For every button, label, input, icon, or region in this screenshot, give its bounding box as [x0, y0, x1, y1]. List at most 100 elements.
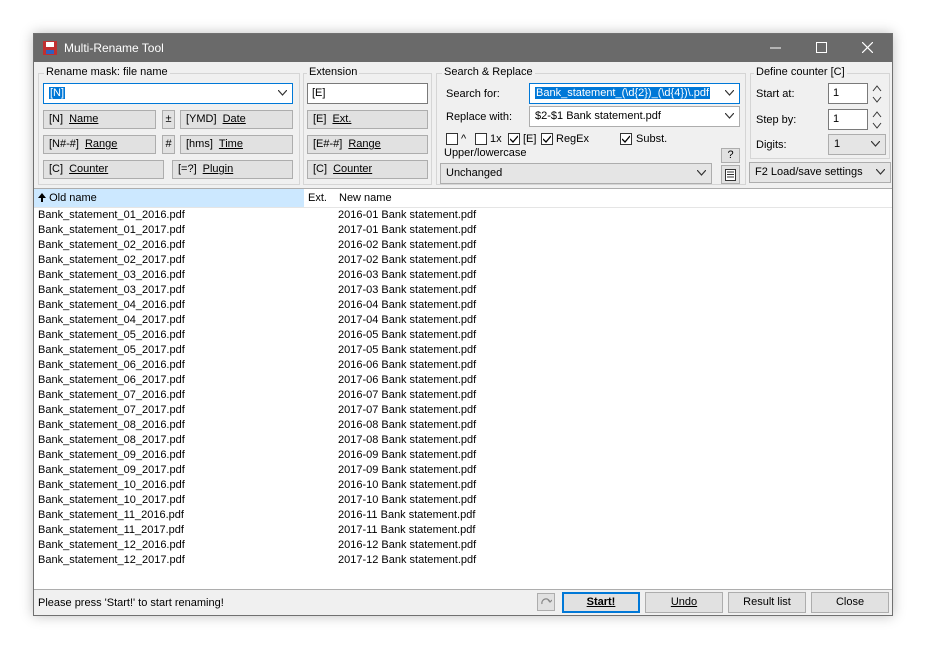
- old-name-cell: Bank_statement_12_2017.pdf: [38, 554, 185, 566]
- step-spinner-icon[interactable]: [872, 110, 882, 130]
- old-name-cell: Bank_statement_08_2016.pdf: [38, 419, 185, 431]
- counter-button[interactable]: [C] Counter: [43, 160, 164, 179]
- table-row[interactable]: Bank_statement_12_2016.pdf 2016-12 Bank s…: [34, 538, 892, 553]
- table-row[interactable]: Bank_statement_01_2017.pdf 2017-01 Bank s…: [34, 223, 892, 238]
- new-name-cell: 2017-11 Bank statement.pdf: [338, 524, 476, 536]
- ext-range-button[interactable]: [E#-#] Range: [307, 135, 428, 154]
- help-button[interactable]: ?: [721, 148, 740, 163]
- subst-checkbox[interactable]: [620, 133, 632, 145]
- once-checkbox[interactable]: [475, 133, 487, 145]
- hash-button[interactable]: #: [162, 135, 175, 154]
- undo-icon-button[interactable]: [537, 593, 555, 611]
- column-new-name[interactable]: New name: [335, 189, 892, 207]
- old-name-cell: Bank_statement_10_2016.pdf: [38, 479, 185, 491]
- list-header: Old name Ext. New name: [34, 189, 892, 208]
- result-list-button[interactable]: Result list: [728, 592, 806, 613]
- table-row[interactable]: Bank_statement_10_2016.pdf 2016-10 Bank s…: [34, 478, 892, 493]
- old-name-cell: Bank_statement_03_2016.pdf: [38, 269, 185, 281]
- start-spinner-icon[interactable]: [872, 84, 882, 104]
- new-name-cell: 2016-04 Bank statement.pdf: [338, 299, 477, 311]
- new-name-cell: 2017-05 Bank statement.pdf: [338, 344, 477, 356]
- checkmark-icon: [510, 135, 518, 143]
- ext-counter-button[interactable]: [C] Counter: [307, 160, 428, 179]
- table-row[interactable]: Bank_statement_05_2017.pdf 2017-05 Bank s…: [34, 343, 892, 358]
- caret-label: ^: [461, 133, 467, 145]
- undo-button[interactable]: Undo: [645, 592, 723, 613]
- table-row[interactable]: Bank_statement_06_2017.pdf 2017-06 Bank s…: [34, 373, 892, 388]
- new-name-cell: 2016-08 Bank statement.pdf: [338, 419, 477, 431]
- rename-mask-label: Rename mask: file name: [44, 66, 170, 78]
- start-button[interactable]: Start!: [562, 592, 640, 613]
- table-row[interactable]: Bank_statement_06_2016.pdf 2016-06 Bank s…: [34, 358, 892, 373]
- old-name-cell: Bank_statement_02_2016.pdf: [38, 239, 185, 251]
- table-row[interactable]: Bank_statement_02_2017.pdf 2017-02 Bank s…: [34, 253, 892, 268]
- old-name-cell: Bank_statement_12_2016.pdf: [38, 539, 185, 551]
- load-save-settings-select[interactable]: F2 Load/save settings: [749, 162, 891, 183]
- close-label: Close: [835, 596, 865, 608]
- file-list[interactable]: Old name Ext. New name Bank_statement_01…: [34, 188, 892, 590]
- ext-checkbox[interactable]: [508, 133, 520, 145]
- counter-label: Counter: [69, 163, 109, 175]
- table-row[interactable]: Bank_statement_09_2016.pdf 2016-09 Bank s…: [34, 448, 892, 463]
- table-row[interactable]: Bank_statement_08_2016.pdf 2016-08 Bank s…: [34, 418, 892, 433]
- old-name-cell: Bank_statement_04_2017.pdf: [38, 314, 185, 326]
- undo-label: Undo: [670, 596, 698, 608]
- table-row[interactable]: Bank_statement_10_2017.pdf 2017-10 Bank s…: [34, 493, 892, 508]
- name-button[interactable]: [N] Name: [43, 110, 156, 129]
- plugin-prefix: [=?]: [178, 163, 197, 175]
- table-row[interactable]: Bank_statement_07_2017.pdf 2017-07 Bank s…: [34, 403, 892, 418]
- column-ext[interactable]: Ext.: [304, 189, 335, 207]
- new-name-cell: 2017-04 Bank statement.pdf: [338, 314, 477, 326]
- maximize-button[interactable]: [798, 34, 844, 62]
- multi-rename-window: Multi-Rename Tool Rename mask: file name…: [33, 33, 893, 616]
- new-name-cell: 2016-11 Bank statement.pdf: [338, 509, 476, 521]
- replace-with-label: Replace with:: [446, 111, 513, 123]
- table-row[interactable]: Bank_statement_12_2017.pdf 2017-12 Bank s…: [34, 553, 892, 568]
- table-row[interactable]: Bank_statement_04_2016.pdf 2016-04 Bank s…: [34, 298, 892, 313]
- table-row[interactable]: Bank_statement_03_2017.pdf 2017-03 Bank s…: [34, 283, 892, 298]
- result-list-label: Result list: [743, 596, 791, 608]
- time-button[interactable]: [hms] Time: [180, 135, 293, 154]
- table-row[interactable]: Bank_statement_11_2017.pdf 2017-11 Bank s…: [34, 523, 892, 538]
- list-rows: Bank_statement_01_2016.pdf 2016-01 Bank s…: [34, 208, 892, 568]
- table-row[interactable]: Bank_statement_04_2017.pdf 2017-04 Bank s…: [34, 313, 892, 328]
- step-by-input[interactable]: 1: [828, 109, 868, 130]
- old-name-cell: Bank_statement_09_2017.pdf: [38, 464, 185, 476]
- range-button[interactable]: [N#-#] Range: [43, 135, 156, 154]
- plugin-button[interactable]: [=?] Plugin: [172, 160, 293, 179]
- regex-checkbox[interactable]: [541, 133, 553, 145]
- minimize-icon: [769, 47, 781, 49]
- table-row[interactable]: Bank_statement_03_2016.pdf 2016-03 Bank s…: [34, 268, 892, 283]
- new-name-cell: 2017-06 Bank statement.pdf: [338, 374, 477, 386]
- start-at-input[interactable]: 1: [828, 83, 868, 104]
- digits-select[interactable]: 1: [828, 134, 886, 155]
- range-label: Range: [84, 138, 118, 150]
- table-row[interactable]: Bank_statement_11_2016.pdf 2016-11 Bank s…: [34, 508, 892, 523]
- search-for-input[interactable]: Bank_statement_(\d{2})_(\d{4})\.pdf: [529, 83, 740, 104]
- close-button[interactable]: Close: [811, 592, 889, 613]
- old-name-cell: Bank_statement_11_2017.pdf: [38, 524, 184, 536]
- table-row[interactable]: Bank_statement_02_2016.pdf 2016-02 Bank s…: [34, 238, 892, 253]
- caret-checkbox[interactable]: [446, 133, 458, 145]
- table-row[interactable]: Bank_statement_01_2016.pdf 2016-01 Bank s…: [34, 208, 892, 223]
- ext-range-prefix: [E#-#]: [313, 138, 343, 150]
- column-old-name[interactable]: Old name: [34, 189, 304, 207]
- plusminus-button[interactable]: ±: [162, 110, 175, 129]
- sort-up-arrow-icon: [38, 193, 46, 202]
- close-window-button[interactable]: [844, 34, 890, 62]
- case-select[interactable]: Unchanged: [440, 163, 712, 184]
- date-label: Date: [222, 113, 246, 125]
- rename-mask-input[interactable]: [N]: [43, 83, 293, 104]
- replace-with-input[interactable]: $2-$1 Bank statement.pdf: [529, 106, 740, 127]
- date-button[interactable]: [YMD] Date: [180, 110, 293, 129]
- load-save-settings-label: F2 Load/save settings: [755, 166, 863, 178]
- extension-input[interactable]: [E]: [307, 83, 428, 104]
- table-row[interactable]: Bank_statement_08_2017.pdf 2017-08 Bank s…: [34, 433, 892, 448]
- table-row[interactable]: Bank_statement_09_2017.pdf 2017-09 Bank s…: [34, 463, 892, 478]
- minimize-button[interactable]: [752, 34, 798, 62]
- edit-list-button[interactable]: [721, 165, 740, 184]
- digits-label: Digits:: [756, 139, 787, 151]
- ext-button[interactable]: [E] Ext.: [307, 110, 428, 129]
- table-row[interactable]: Bank_statement_05_2016.pdf 2016-05 Bank s…: [34, 328, 892, 343]
- table-row[interactable]: Bank_statement_07_2016.pdf 2016-07 Bank s…: [34, 388, 892, 403]
